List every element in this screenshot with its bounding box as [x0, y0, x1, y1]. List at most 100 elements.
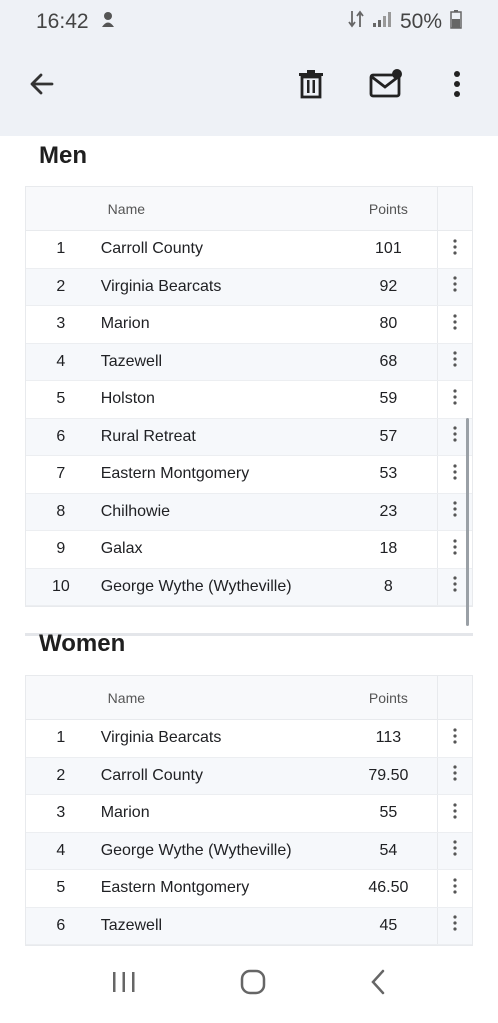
scrollbar-thumb[interactable]: [466, 418, 469, 626]
team-name-cell: Eastern Montgomery: [100, 465, 250, 483]
more-vert-icon: [453, 576, 457, 597]
name-column-header: Name: [107, 200, 146, 217]
more-vert-icon: [453, 803, 457, 824]
rank-cell: 4: [56, 352, 66, 370]
recent-apps-button[interactable]: [111, 970, 137, 999]
signal-icon: [372, 10, 392, 34]
women-section-title: Women: [39, 630, 126, 657]
points-column-header: Points: [368, 689, 408, 706]
rank-cell: 2: [56, 277, 66, 295]
team-name-cell: Virginia Bearcats: [100, 277, 222, 295]
more-options-button[interactable]: [433, 62, 481, 110]
status-time: 16:42: [36, 10, 89, 33]
more-vert-icon: [453, 728, 457, 749]
more-vert-icon: [453, 464, 457, 485]
row-menu-button[interactable]: [437, 231, 472, 268]
table-header: Name Points: [26, 676, 472, 720]
table-row: 3 Marion 80: [26, 306, 472, 344]
team-name-cell: Galax: [100, 540, 143, 558]
team-name-cell: Holston: [100, 390, 155, 408]
team-name-cell: Marion: [100, 315, 150, 333]
men-section-title: Men: [39, 142, 87, 169]
more-vert-icon: [453, 765, 457, 786]
points-cell: 46.50: [368, 879, 409, 897]
rank-cell: 10: [51, 577, 70, 595]
team-name-cell: Tazewell: [100, 916, 163, 934]
row-menu-button[interactable]: [437, 907, 472, 944]
home-icon: [239, 969, 267, 1000]
status-bar: 16:42 50%: [0, 0, 498, 44]
points-cell: 57: [379, 427, 398, 445]
table-row: 4 Tazewell 68: [26, 343, 472, 381]
rank-cell: 8: [56, 502, 66, 520]
row-menu-button[interactable]: [437, 306, 472, 343]
points-cell: 45: [379, 916, 398, 934]
table-row: 6 Tazewell 45: [26, 907, 472, 945]
points-cell: 92: [379, 277, 398, 295]
row-menu-button[interactable]: [437, 832, 472, 869]
more-vert-icon: [453, 915, 457, 936]
points-cell: 59: [379, 390, 398, 408]
row-menu-button[interactable]: [437, 870, 472, 907]
more-vert-icon: [453, 276, 457, 297]
more-vert-icon: [453, 351, 457, 372]
rank-cell: 3: [56, 804, 66, 822]
row-menu-button[interactable]: [437, 795, 472, 832]
team-name-cell: George Wythe (Wytheville): [100, 577, 292, 595]
home-button[interactable]: [239, 968, 267, 1001]
rank-cell: 5: [56, 390, 66, 408]
rank-cell: 5: [56, 879, 66, 897]
rank-cell: 4: [56, 841, 66, 859]
points-cell: 68: [379, 352, 398, 370]
team-name-cell: George Wythe (Wytheville): [100, 841, 292, 859]
team-name-cell: Virginia Bearcats: [100, 729, 222, 747]
table-header: Name Points: [26, 187, 472, 231]
row-menu-button[interactable]: [437, 268, 472, 305]
row-menu-button[interactable]: [437, 720, 472, 757]
points-cell: 23: [379, 502, 398, 520]
rank-cell: 6: [56, 427, 66, 445]
points-cell: 18: [379, 540, 398, 558]
rank-cell: 3: [56, 315, 66, 333]
back-button[interactable]: [18, 62, 66, 110]
row-menu-button[interactable]: [437, 381, 472, 418]
more-vert-icon: [453, 539, 457, 560]
rank-cell: 6: [56, 916, 66, 934]
women-results-table: Name Points 1 Virginia Bearcats 113 2 Carrol…: [25, 675, 473, 946]
table-row: 5 Eastern Montgomery 46.50: [26, 870, 472, 908]
table-row: 10 George Wythe (Wytheville) 8: [26, 568, 472, 606]
more-vert-icon: [453, 878, 457, 899]
more-vert-icon: [453, 426, 457, 447]
trash-icon: [298, 69, 324, 104]
mark-unread-button[interactable]: [362, 62, 410, 110]
team-name-cell: Carroll County: [100, 766, 203, 784]
row-menu-button[interactable]: [437, 757, 472, 794]
table-row: 3 Marion 55: [26, 795, 472, 833]
points-column-header: Points: [368, 200, 408, 217]
rank-cell: 9: [56, 540, 66, 558]
rank-cell: 7: [56, 465, 66, 483]
battery-icon: [450, 9, 462, 35]
team-name-cell: Carroll County: [100, 240, 203, 258]
team-name-cell: Eastern Montgomery: [100, 879, 250, 897]
mail-unread-icon: [369, 68, 403, 104]
table-row: 1 Virginia Bearcats 113: [26, 720, 472, 758]
more-vert-icon: [453, 314, 457, 335]
table-row: 2 Virginia Bearcats 92: [26, 268, 472, 306]
row-menu-button[interactable]: [437, 343, 472, 380]
table-row: 8 Chilhowie 23: [26, 493, 472, 531]
recents-icon: [111, 972, 137, 998]
table-row: 7 Eastern Montgomery 53: [26, 456, 472, 494]
name-column-header: Name: [107, 689, 146, 706]
team-name-cell: Chilhowie: [100, 502, 171, 520]
back-nav-button[interactable]: [369, 968, 387, 1001]
more-vert-icon: [453, 239, 457, 260]
notification-icon: [99, 10, 117, 34]
more-vert-icon: [453, 389, 457, 410]
rank-cell: 1: [56, 240, 66, 258]
email-content[interactable]: Men Name Points 1 Carroll County 101 2 Virgi…: [0, 136, 498, 946]
points-cell: 80: [379, 315, 398, 333]
system-nav-bar: [0, 946, 498, 1023]
delete-button[interactable]: [287, 62, 335, 110]
points-cell: 53: [379, 465, 398, 483]
